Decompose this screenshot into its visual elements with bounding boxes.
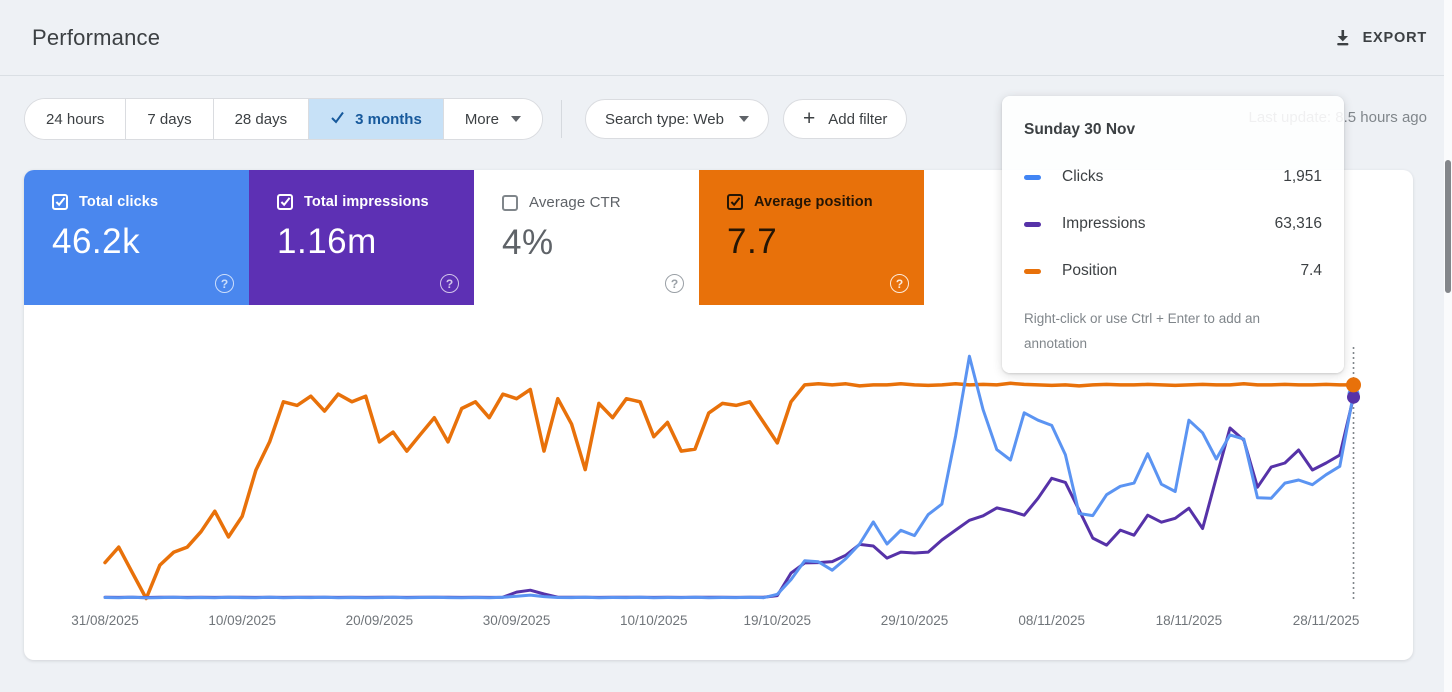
svg-text:18/11/2025: 18/11/2025 bbox=[1156, 613, 1223, 628]
vertical-divider bbox=[561, 100, 562, 138]
search-console-performance-page: Performance EXPORT 24 hours 7 days 28 da… bbox=[0, 0, 1452, 692]
svg-text:19/10/2025: 19/10/2025 bbox=[743, 613, 811, 628]
tooltip-value: 1,951 bbox=[1283, 168, 1322, 185]
tooltip-date: Sunday 30 Nov bbox=[1024, 121, 1136, 138]
page-header: Performance EXPORT bbox=[0, 0, 1452, 76]
range-label: More bbox=[464, 110, 499, 128]
range-label: 28 days bbox=[234, 110, 288, 128]
svg-text:10/10/2025: 10/10/2025 bbox=[620, 613, 688, 628]
svg-text:28/11/2025: 28/11/2025 bbox=[1293, 613, 1360, 628]
svg-text:08/11/2025: 08/11/2025 bbox=[1018, 613, 1085, 628]
impressions-series-icon bbox=[1024, 221, 1041, 227]
position-series-icon bbox=[1024, 268, 1041, 274]
tooltip-label: Position bbox=[1062, 262, 1118, 279]
chevron-down-icon bbox=[511, 116, 521, 122]
range-28-days[interactable]: 28 days bbox=[212, 99, 309, 139]
scrollbar-track[interactable] bbox=[1444, 0, 1452, 692]
date-range-selector: 24 hours 7 days 28 days 3 months More bbox=[24, 98, 543, 140]
export-button[interactable]: EXPORT bbox=[1333, 28, 1427, 47]
range-more-dropdown[interactable]: More bbox=[442, 99, 542, 139]
export-label: EXPORT bbox=[1362, 29, 1427, 46]
check-icon bbox=[330, 111, 345, 128]
tooltip-row-impressions: Impressions 63,316 bbox=[1024, 215, 1322, 233]
range-7-days[interactable]: 7 days bbox=[125, 99, 213, 139]
tooltip-label: Impressions bbox=[1062, 215, 1146, 232]
range-label: 24 hours bbox=[46, 110, 105, 128]
tooltip-label: Clicks bbox=[1062, 168, 1104, 185]
svg-text:30/09/2025: 30/09/2025 bbox=[483, 613, 551, 628]
svg-text:29/10/2025: 29/10/2025 bbox=[881, 613, 949, 628]
chart-tooltip: Sunday 30 Nov Clicks 1,951 Impressions 6… bbox=[1002, 96, 1344, 373]
scrollbar-thumb[interactable] bbox=[1445, 160, 1451, 293]
tooltip-value: 7.4 bbox=[1300, 262, 1322, 279]
tooltip-value: 63,316 bbox=[1274, 215, 1322, 232]
clicks-series-icon bbox=[1024, 174, 1041, 180]
range-label: 7 days bbox=[147, 110, 192, 128]
tooltip-row-position: Position 7.4 bbox=[1024, 262, 1322, 280]
tooltip-row-clicks: Clicks 1,951 bbox=[1024, 168, 1322, 186]
search-type-filter[interactable]: Search type: Web bbox=[585, 99, 769, 139]
search-type-label: Search type: Web bbox=[605, 110, 724, 128]
svg-text:31/08/2025: 31/08/2025 bbox=[71, 613, 139, 628]
annotation-hint: Right-click or use Ctrl + Enter to add a… bbox=[1024, 311, 1260, 351]
add-filter-label: Add filter bbox=[828, 110, 888, 128]
range-24-hours[interactable]: 24 hours bbox=[25, 99, 126, 139]
plus-icon: + bbox=[802, 106, 816, 130]
range-3-months-selected[interactable]: 3 months bbox=[308, 99, 443, 139]
svg-text:20/09/2025: 20/09/2025 bbox=[346, 613, 414, 628]
range-label: 3 months bbox=[355, 110, 422, 128]
add-filter-button[interactable]: + Add filter bbox=[782, 99, 908, 139]
page-title: Performance bbox=[32, 24, 161, 50]
chevron-down-icon bbox=[738, 116, 749, 122]
svg-text:10/09/2025: 10/09/2025 bbox=[208, 613, 276, 628]
download-icon bbox=[1333, 28, 1352, 47]
